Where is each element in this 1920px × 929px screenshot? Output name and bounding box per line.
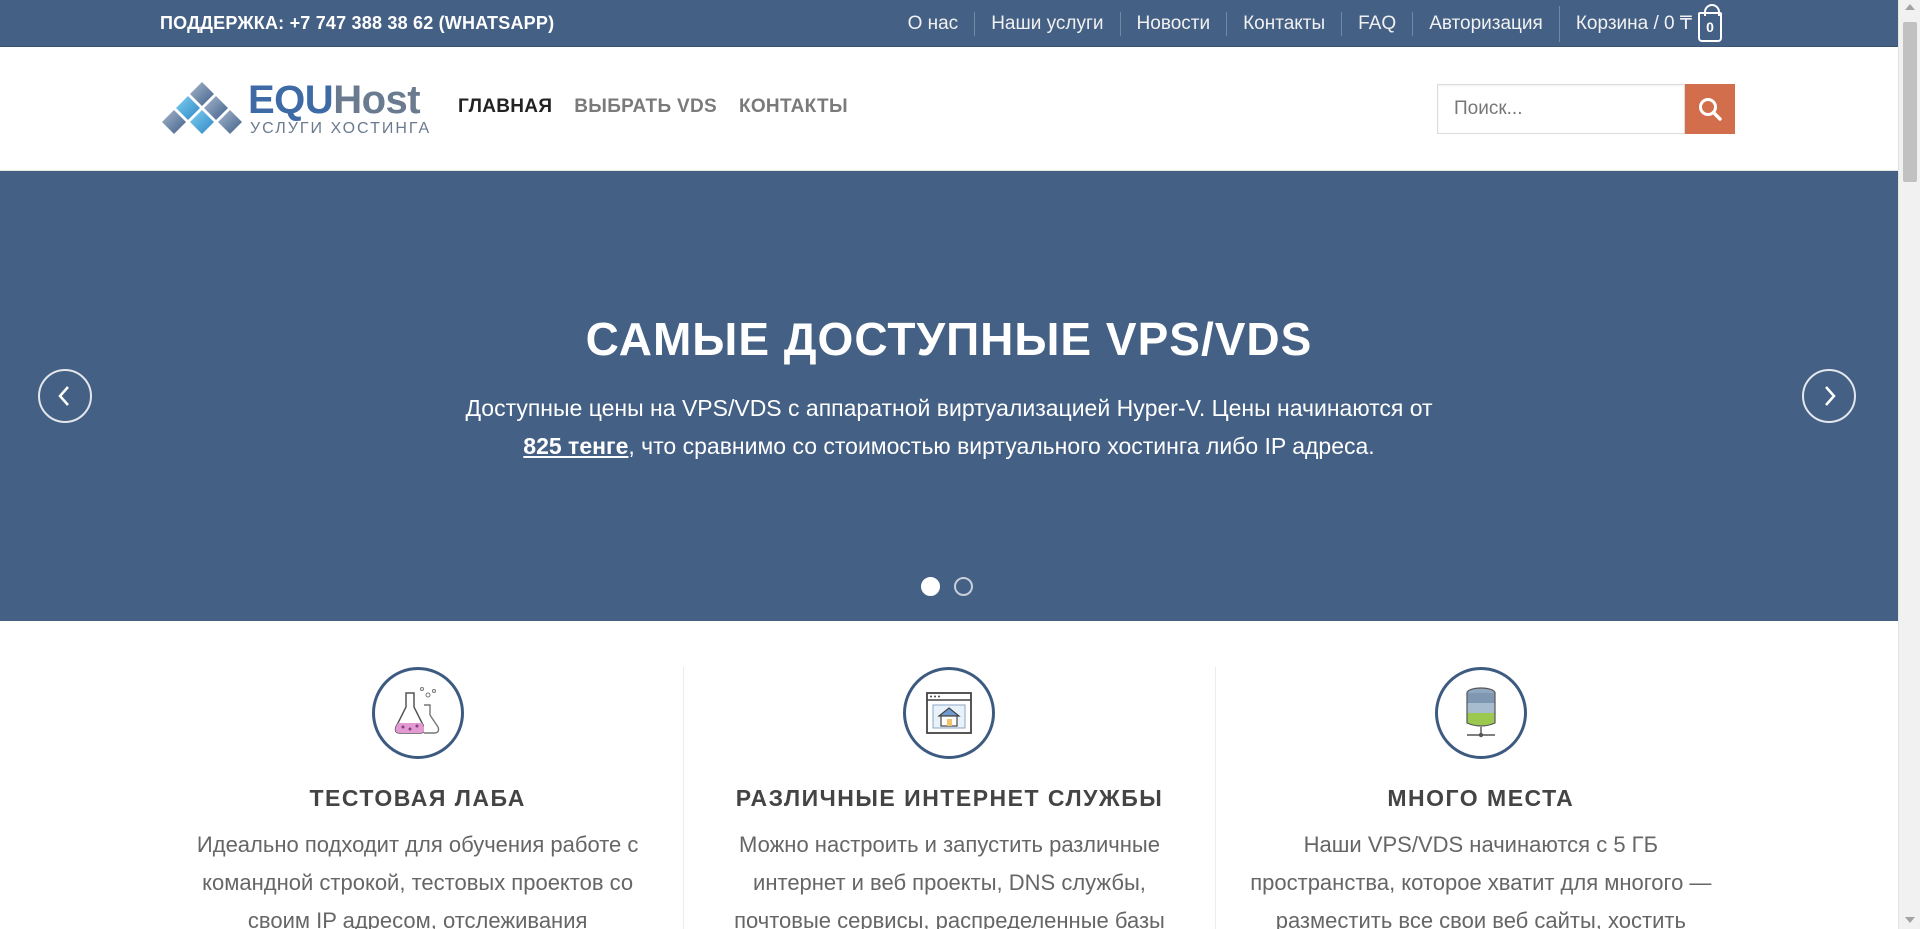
support-phone: ПОДДЕРЖКА: +7 747 388 38 62 (WHATSAPP) <box>160 13 555 33</box>
slider-prev-button[interactable] <box>38 369 92 423</box>
feature-card: ТЕСТОВАЯ ЛАБА Идеально подходит для обуч… <box>152 667 683 929</box>
top-nav: О нас Наши услуги Новости Контакты FAQ А… <box>892 0 1738 47</box>
hero-slider: САМЫЕ ДОСТУПНЫЕ VPS/VDS Доступные цены н… <box>0 171 1898 621</box>
top-link-faq[interactable]: FAQ <box>1341 11 1412 36</box>
feature-title: РАЗЛИЧНЫЕ ИНТЕРНЕТ СЛУЖБЫ <box>735 785 1164 811</box>
top-link-news[interactable]: Новости <box>1119 11 1227 36</box>
logo-equ: EQU <box>248 78 334 122</box>
scroll-down-arrow-icon[interactable] <box>1905 917 1915 923</box>
feature-card: РАЗЛИЧНЫЕ ИНТЕРНЕТ СЛУЖБЫ Можно настроит… <box>683 667 1214 929</box>
search-icon <box>1699 98 1722 121</box>
cart-label: Корзина / 0 ₸ <box>1575 12 1692 34</box>
logo-tagline: УСЛУГИ ХОСТИНГА <box>250 120 432 137</box>
features-section: ТЕСТОВАЯ ЛАБА Идеально подходит для обуч… <box>152 667 1746 929</box>
chevron-left-icon <box>58 386 69 406</box>
hero-description: Доступные цены на VPS/VDS с аппаратной в… <box>460 389 1438 465</box>
web-house-icon <box>926 692 973 734</box>
feature-icon-wrap <box>903 667 996 759</box>
top-bar: ПОДДЕРЖКА: +7 747 388 38 62 (WHATSAPP) О… <box>0 0 1898 47</box>
site-header: EQUHost УСЛУГИ ХОСТИНГА ГЛАВНАЯ ВЫБРАТЬ … <box>0 48 1898 171</box>
feature-text: Можно настроить и запустить различные ин… <box>734 832 1165 929</box>
feature-title: МНОГО МЕСТА <box>1387 785 1575 811</box>
nav-home[interactable]: ГЛАВНАЯ <box>458 96 552 118</box>
scrollbar-thumb[interactable] <box>1903 22 1917 182</box>
search-button[interactable] <box>1685 84 1735 134</box>
slider-dots <box>921 577 973 596</box>
scroll-up-arrow-icon[interactable] <box>1905 4 1915 10</box>
feature-title: ТЕСТОВАЯ ЛАБА <box>309 785 526 811</box>
feature-card: МНОГО МЕСТА Наши VPS/VDS начинаются с 5 … <box>1214 667 1746 929</box>
slider-dot-1[interactable] <box>921 577 940 596</box>
site-logo[interactable]: EQUHost УСЛУГИ ХОСТИНГА <box>160 78 429 138</box>
main-nav: ГЛАВНАЯ ВЫБРАТЬ VDS КОНТАКТЫ <box>458 96 848 118</box>
top-link-contacts[interactable]: Контакты <box>1226 11 1341 36</box>
nav-choose-vds[interactable]: ВЫБРАТЬ VDS <box>574 96 717 118</box>
shopping-bag-icon[interactable]: 0 <box>1698 3 1722 42</box>
top-link-services[interactable]: Наши услуги <box>974 11 1119 36</box>
nav-contacts[interactable]: КОНТАКТЫ <box>739 96 848 118</box>
slider-dot-2[interactable] <box>954 577 973 596</box>
search-input[interactable] <box>1437 84 1685 134</box>
logo-host: Host <box>333 78 421 122</box>
feature-icon-wrap <box>371 667 464 759</box>
feature-text: Идеально подходит для обучения работе с … <box>196 832 639 929</box>
cart-count: 0 <box>1706 18 1714 35</box>
hero-title: САМЫЕ ДОСТУПНЫЕ VPS/VDS <box>585 313 1313 365</box>
top-link-login[interactable]: Авторизация <box>1412 11 1559 36</box>
logo-wordmark: EQUHost <box>248 78 421 123</box>
top-link-about[interactable]: О нас <box>892 12 975 36</box>
diamond-logo-icon <box>162 82 242 134</box>
hero-text-end: , что сравнимо со стоимостью виртуальног… <box>628 433 1375 459</box>
feature-icon-wrap <box>1434 667 1527 759</box>
feature-text: Наши VPS/VDS начинаются с 5 ГБ пространс… <box>1250 832 1712 929</box>
chevron-right-icon <box>1825 386 1836 406</box>
slider-next-button[interactable] <box>1802 369 1856 423</box>
hero-text-start: Доступные цены на VPS/VDS с аппаратной в… <box>465 395 1433 421</box>
page-scrollbar[interactable] <box>1898 0 1920 929</box>
cart-link[interactable]: Корзина / 0 ₸ 0 <box>1558 3 1738 42</box>
search-form <box>1437 84 1735 134</box>
flask-icon <box>394 687 439 734</box>
database-icon <box>1466 687 1496 738</box>
price-link[interactable]: 825 тенге <box>523 433 628 459</box>
